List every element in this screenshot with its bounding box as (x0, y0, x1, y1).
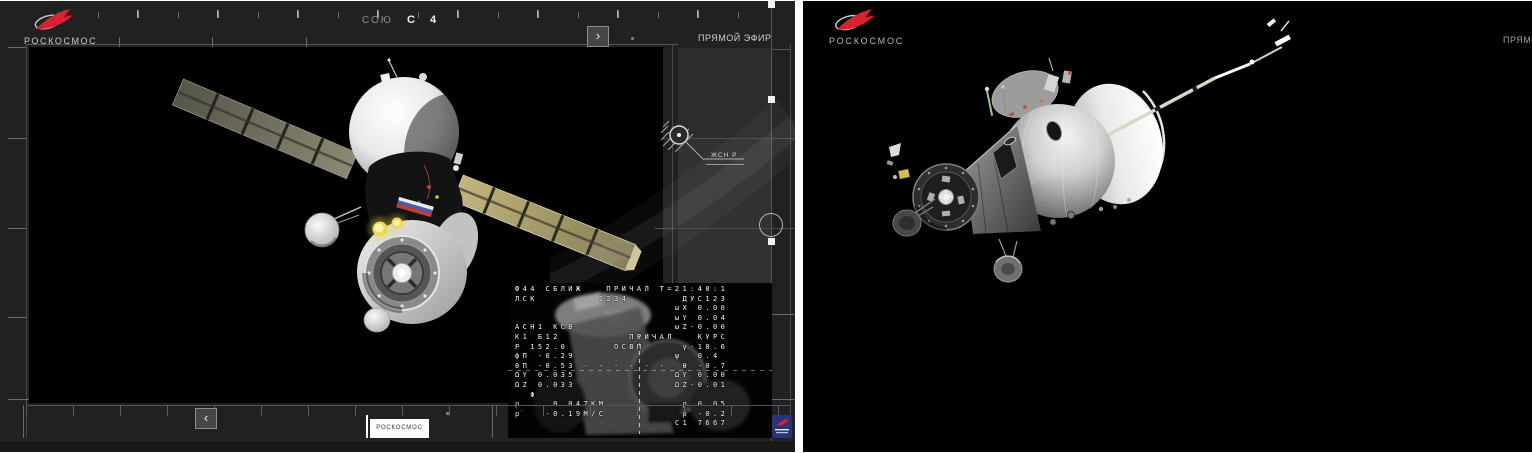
left-grid-line (26, 44, 27, 438)
chevron-right-icon: › (596, 28, 600, 43)
footer-dot (446, 412, 449, 415)
telemetry-row: ωX 0.00 (515, 304, 772, 314)
live-badge-clipped: ПРЯМОЙ ЭФИР (1503, 35, 1532, 45)
broadcast-composite: РОСКОСМОС СОЮ С 4 › ПРЯМОЙ ЭФИР (0, 0, 1532, 453)
grid-tick (8, 317, 26, 318)
prev-camera-button[interactable]: ‹ (195, 408, 217, 429)
telemetry-row: Φ (515, 391, 772, 401)
crosshair-marker-icon (655, 111, 755, 169)
callout-underline (706, 164, 744, 165)
grid-tick (8, 228, 26, 229)
callout-label: ЖСН Р (711, 152, 737, 159)
mission-title-dim: СОЮ (362, 15, 393, 26)
telemetry-row: К1 Б12 ПРИЧАЛ КУРС (515, 333, 772, 343)
roscosmos-wordmark: РОСКОСМОС (829, 36, 904, 46)
telemetry-row: ΩY 0.035 ΩY 0.00 (515, 371, 772, 381)
telestudio-badge (772, 415, 792, 438)
header-rule (26, 44, 678, 45)
panel-handle (768, 238, 775, 245)
telemetry-row: ЛСК 1234 ДУС123 (515, 295, 772, 305)
telemetry-row: ΩZ 0.033 ΩZ-0.01 (515, 381, 772, 391)
soyuz-spacecraft-side (803, 1, 1532, 452)
telemetry-row: Р 152.0 ОСВП γ-10.6 (515, 343, 772, 353)
footer-ticks (26, 406, 790, 416)
bottom-strip (0, 441, 795, 452)
roscosmos-logo-icon (830, 7, 878, 34)
roscosmos-watermark-button[interactable]: РОСКОСМОС (370, 419, 429, 438)
watermark-bar (366, 415, 368, 438)
grid-tick (8, 47, 26, 48)
mission-title: С 4 (407, 14, 442, 26)
telemetry-row: АСН1 КСВ ωZ-0.00 (515, 323, 772, 333)
roscosmos-logo-icon (30, 7, 76, 33)
footer-tick-tall (23, 405, 24, 438)
left-video-frame: РОСКОСМОС СОЮ С 4 › ПРЯМОЙ ЭФИР (0, 1, 795, 452)
telemetry-row: Ф44 СБЛИЖ ПРИЧАЛ Т=21:48:1 (515, 285, 772, 295)
right-video-frame: РОСКОСМОС ПРЯМОЙ ЭФИР (803, 1, 1532, 452)
footer-tick-tall (492, 405, 493, 438)
telemetry-row: С1 7667 (515, 419, 772, 429)
header-dot (631, 37, 634, 40)
panel-grid-line (790, 44, 791, 438)
chevron-left-icon: ‹ (204, 410, 208, 425)
frame-divider (795, 0, 803, 453)
telemetry-row: θП -0.53 - - - - - - θ -0.7 (515, 362, 772, 372)
panel-handle (768, 1, 775, 8)
telemetry-row: фП -0.29 ψ 0.4 (515, 352, 772, 362)
live-badge: ПРЯМОЙ ЭФИР (698, 33, 772, 43)
next-camera-button[interactable]: › (587, 26, 609, 47)
telemetry-row: ωY 0.04 (515, 314, 772, 324)
target-circle (759, 213, 783, 237)
panel-handle (768, 96, 775, 103)
telestudio-logo-icon (772, 415, 792, 438)
top-ruler-major-ticks (137, 10, 777, 18)
grid-tick (8, 138, 26, 139)
